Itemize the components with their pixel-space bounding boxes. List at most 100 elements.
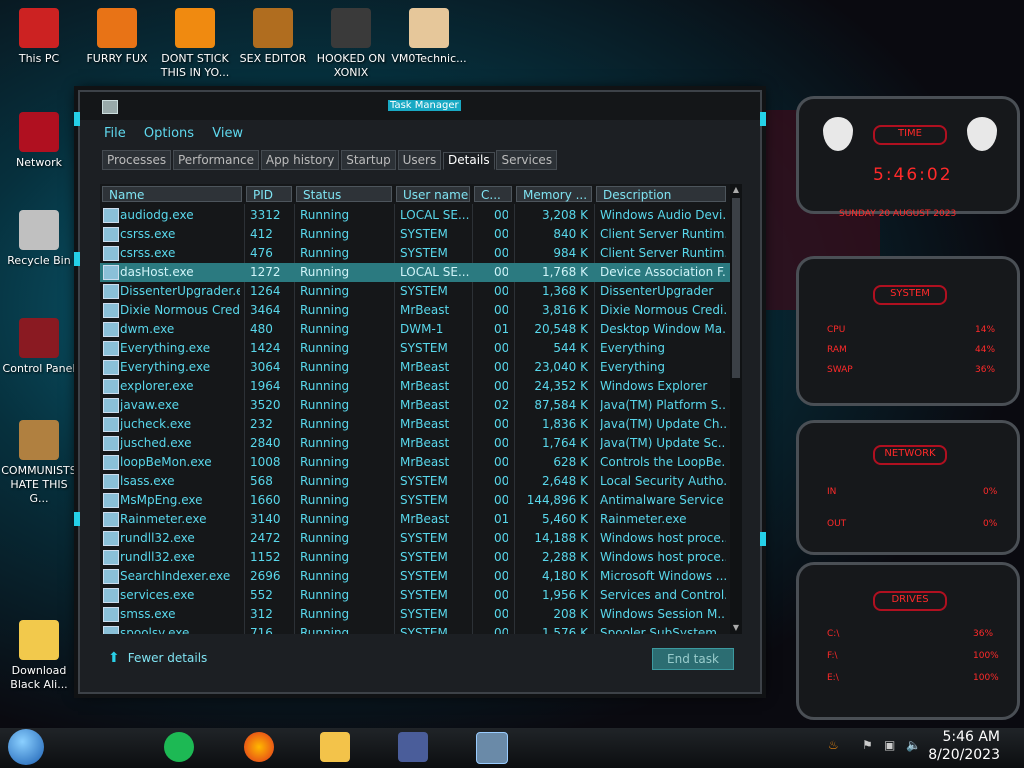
table-cell: MrBeast — [400, 455, 450, 469]
table-cell: Dixie Normous Credi... — [120, 303, 240, 317]
table-row[interactable]: lsass.exe 568 Running SYSTEM 00 2,648 K Local … — [100, 472, 730, 491]
table-cell: 716 — [250, 626, 273, 634]
java-tray-icon[interactable]: ♨ — [828, 738, 842, 752]
table-row[interactable]: jusched.exe 2840 Running MrBeast 00 1,764 K Ja… — [100, 434, 730, 453]
title-bar[interactable]: Task Manager — [80, 92, 760, 120]
table-row[interactable]: MsMpEng.exe 1660 Running SYSTEM 00 144,896 K A… — [100, 491, 730, 510]
table-cell: Local Security Autho... — [600, 474, 726, 488]
process-icon — [103, 493, 119, 508]
process-table: Name PID Status User name C... Memory ..… — [100, 184, 736, 634]
desktop-icon[interactable]: Download Black Ali... — [0, 620, 78, 692]
vertical-scrollbar[interactable]: ▲ ▼ — [730, 184, 742, 634]
tab-services[interactable]: Services — [496, 150, 558, 170]
desktop-icon[interactable]: VM0Technic... — [390, 8, 468, 66]
process-icon — [103, 246, 119, 261]
desktop-icon[interactable]: Network — [0, 112, 78, 170]
table-row[interactable]: csrss.exe 412 Running SYSTEM 00 840 K Client S… — [100, 225, 730, 244]
table-row[interactable]: audiodg.exe 3312 Running LOCAL SE... 00 3,208… — [100, 206, 730, 225]
desktop-icon[interactable]: This PC — [0, 8, 78, 66]
process-icon — [103, 341, 119, 356]
table-row[interactable]: javaw.exe 3520 Running MrBeast 02 87,584 K Jav… — [100, 396, 730, 415]
table-row[interactable]: dwm.exe 480 Running DWM-1 01 20,548 K Desktop … — [100, 320, 730, 339]
table-cell: audiodg.exe — [120, 208, 194, 222]
start-button[interactable] — [8, 729, 44, 765]
table-row[interactable]: smss.exe 312 Running SYSTEM 00 208 K Windows S… — [100, 605, 730, 624]
spotify-icon[interactable] — [164, 732, 194, 762]
flag-tray-icon[interactable]: ⚑ — [862, 738, 876, 752]
column-user-name[interactable]: User name — [396, 186, 470, 202]
table-row[interactable]: csrss.exe 476 Running SYSTEM 00 984 K Client S… — [100, 244, 730, 263]
menu-options[interactable]: Options — [144, 126, 194, 141]
control-panel-icon[interactable] — [398, 732, 428, 762]
table-cell: SYSTEM — [400, 607, 448, 621]
column-status[interactable]: Status — [296, 186, 392, 202]
table-row[interactable]: SearchIndexer.exe 2696 Running SYSTEM 00 4,18… — [100, 567, 730, 586]
window-title: Task Manager — [388, 100, 461, 111]
table-cell: SYSTEM — [400, 341, 448, 355]
column-name[interactable]: Name — [102, 186, 242, 202]
scroll-down-icon[interactable]: ▼ — [730, 622, 742, 634]
volume-icon[interactable]: 🔈 — [906, 738, 921, 752]
table-row[interactable]: DissenterUpgrader.exe 1264 Running SYSTEM 00… — [100, 282, 730, 301]
tab-performance[interactable]: Performance — [172, 150, 260, 170]
desktop-icon-image — [409, 8, 449, 48]
tab-details[interactable]: Details — [443, 152, 495, 170]
tab-users[interactable]: Users — [397, 150, 442, 170]
desktop-icon-image — [19, 210, 59, 250]
scroll-up-icon[interactable]: ▲ — [730, 184, 742, 196]
window-accent — [74, 252, 80, 266]
table-cell: 01 — [494, 512, 508, 526]
scroll-thumb[interactable] — [732, 198, 740, 378]
column-cpu[interactable]: C... — [474, 186, 512, 202]
table-cell: 00 — [494, 417, 508, 431]
net-in-label: IN — [827, 487, 837, 497]
table-cell: DissenterUpgrader — [600, 284, 714, 298]
table-row[interactable]: services.exe 552 Running SYSTEM 00 1,956 K Ser… — [100, 586, 730, 605]
table-cell: dwm.exe — [120, 322, 175, 336]
table-row[interactable]: dasHost.exe 1272 Running LOCAL SE... 00 1,768… — [100, 263, 730, 282]
table-cell: 00 — [494, 246, 508, 260]
desktop-icon[interactable]: SEX EDITOR — [234, 8, 312, 66]
column-pid[interactable]: PID — [246, 186, 292, 202]
desktop-icon[interactable]: DONT STICK THIS IN YO... — [156, 8, 234, 80]
taskbar-clock[interactable]: 5:46 AM 8/20/2023 — [928, 728, 1000, 764]
table-row[interactable]: Dixie Normous Credi... 3464 Running MrBeast… — [100, 301, 730, 320]
table-row[interactable]: rundll32.exe 1152 Running SYSTEM 00 2,288 K Wi… — [100, 548, 730, 567]
desktop-icon-label: Network — [16, 156, 62, 169]
end-task-button[interactable]: End task — [652, 648, 734, 670]
table-cell: Running — [300, 607, 350, 621]
tab-startup[interactable]: Startup — [341, 150, 396, 170]
tab-processes[interactable]: Processes — [102, 150, 172, 170]
menu-file[interactable]: File — [104, 126, 126, 141]
desktop-icon[interactable]: Recycle Bin — [0, 210, 78, 268]
table-row[interactable]: rundll32.exe 2472 Running SYSTEM 00 14,188 K W… — [100, 529, 730, 548]
table-cell: Running — [300, 246, 350, 260]
table-row[interactable]: Everything.exe 1424 Running SYSTEM 00 544 K Ev… — [100, 339, 730, 358]
column-description[interactable]: Description — [596, 186, 726, 202]
fewer-details-button[interactable]: ⬆ Fewer details — [108, 650, 207, 666]
task-manager-window[interactable]: Task Manager File Options View Processes… — [74, 90, 766, 694]
desktop-icon[interactable]: COMMUNISTS HATE THIS G... — [0, 420, 78, 506]
process-icon — [103, 550, 119, 565]
table-cell: 23,040 K — [534, 360, 588, 374]
desktop-icon[interactable]: Control Panel — [0, 318, 78, 376]
desktop-icon[interactable]: FURRY FUX — [78, 8, 156, 66]
column-memory[interactable]: Memory ... — [516, 186, 592, 202]
table-cell: Running — [300, 398, 350, 412]
process-icon — [103, 360, 119, 375]
table-row[interactable]: Everything.exe 3064 Running MrBeast 00 23,040… — [100, 358, 730, 377]
table-row[interactable]: spoolsv.exe 716 Running SYSTEM 00 1,576 K Spoo… — [100, 624, 730, 634]
table-row[interactable]: Rainmeter.exe 3140 Running MrBeast 01 5,460 K… — [100, 510, 730, 529]
file-explorer-icon[interactable] — [320, 732, 350, 762]
table-row[interactable]: jucheck.exe 232 Running MrBeast 00 1,836 K Jav… — [100, 415, 730, 434]
table-row[interactable]: explorer.exe 1964 Running MrBeast 00 24,352 K… — [100, 377, 730, 396]
table-cell: SearchIndexer.exe — [120, 569, 231, 583]
table-row[interactable]: loopBeMon.exe 1008 Running MrBeast 00 628 K Co… — [100, 453, 730, 472]
network-tray-icon[interactable]: ▣ — [884, 738, 898, 752]
desktop-icon[interactable]: HOOKED ON XONIX — [312, 8, 390, 80]
tab-app-history[interactable]: App history — [260, 150, 340, 170]
task-manager-taskbar-icon[interactable] — [476, 732, 508, 764]
firefox-icon[interactable] — [244, 732, 274, 762]
menu-view[interactable]: View — [212, 126, 243, 141]
desktop-icon-image — [19, 620, 59, 660]
